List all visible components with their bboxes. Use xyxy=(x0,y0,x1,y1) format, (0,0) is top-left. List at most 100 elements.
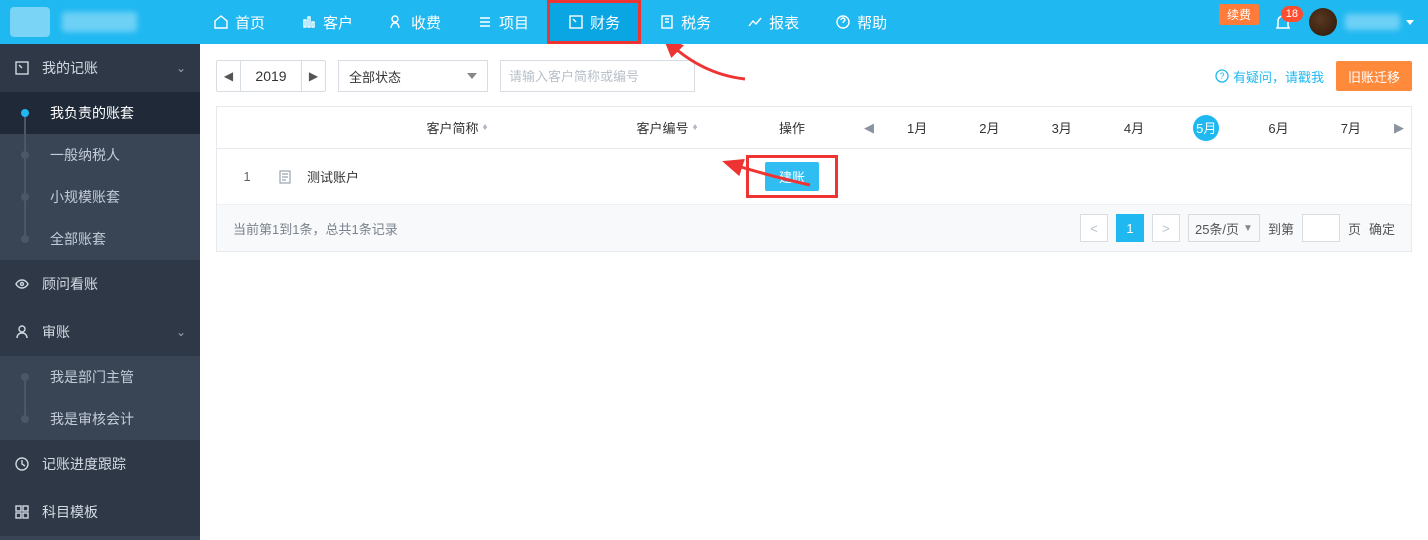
month-next-button[interactable]: ▶ xyxy=(1387,120,1411,136)
sidebar-group-progress[interactable]: 记账进度跟踪 xyxy=(0,440,200,488)
page-next-button[interactable]: > xyxy=(1152,214,1180,242)
page-prev-button[interactable]: < xyxy=(1080,214,1108,242)
notification-badge: 18 xyxy=(1281,6,1303,22)
sidebar-group-audit[interactable]: 审账 ⌄ xyxy=(0,308,200,356)
nav-finance[interactable]: 财务 xyxy=(547,0,641,44)
table-header: 客户简称♦ 客户编号 ♦ 操作 ◀ 1月 2月 3月 4月 5月 6月 7月 ▶ xyxy=(217,107,1411,149)
nav-help[interactable]: 帮助 xyxy=(817,0,905,44)
search-icon[interactable] xyxy=(685,68,686,84)
create-account-button[interactable]: 建账 xyxy=(765,162,819,191)
chevron-down-icon: ⌄ xyxy=(176,61,186,75)
help-icon xyxy=(835,14,851,30)
help-label: 有疑问，请戳我 xyxy=(1233,67,1324,86)
renew-badge[interactable]: 续费 xyxy=(1219,4,1259,25)
avatar[interactable] xyxy=(1309,8,1337,36)
goto-page-input[interactable] xyxy=(1302,214,1340,242)
month-prev-button[interactable]: ◀ xyxy=(857,120,881,136)
nav-tax[interactable]: 税务 xyxy=(641,0,729,44)
bell-button[interactable]: 18 xyxy=(1273,12,1293,32)
customer-icon xyxy=(301,14,317,30)
status-value: 全部状态 xyxy=(349,67,401,86)
sidebar: 我的记账 ⌄ 我负责的账套 一般纳税人 小规模账套 全部账套 顾问看账 审账 ⌄… xyxy=(0,44,200,540)
sidebar-item-label: 全部账套 xyxy=(50,229,106,249)
sidebar-item-label: 我是审核会计 xyxy=(50,409,134,429)
col-customer-code[interactable]: 客户编号 ♦ xyxy=(607,118,727,137)
sidebar-label: 记账进度跟踪 xyxy=(42,454,126,474)
col-operation: 操作 xyxy=(727,118,857,137)
table-footer: 当前第1到1条，总共1条记录 < 1 > 25条/页 ▼ 到第 页 确定 xyxy=(217,205,1411,251)
sidebar-group-template[interactable]: 科目模板 xyxy=(0,488,200,536)
col-label: 客户编号 xyxy=(636,118,688,137)
col-label: 5月 xyxy=(1193,115,1219,141)
col-label: 7月 xyxy=(1341,118,1361,137)
nav-project[interactable]: 项目 xyxy=(459,0,547,44)
col-label: 3月 xyxy=(1052,118,1072,137)
finance-icon xyxy=(568,14,584,30)
logo xyxy=(10,7,50,37)
username-blurred xyxy=(1345,14,1400,30)
nav-label: 项目 xyxy=(499,12,529,33)
year-prev-button[interactable]: ◀ xyxy=(217,61,241,91)
nav-report[interactable]: 报表 xyxy=(729,0,817,44)
report-icon xyxy=(747,14,763,30)
sidebar-item-label: 我是部门主管 xyxy=(50,367,134,387)
year-picker: ◀ 2019 ▶ xyxy=(216,60,326,92)
col-month-2[interactable]: 2月 xyxy=(953,118,1025,137)
search-box xyxy=(500,60,695,92)
col-month-4[interactable]: 4月 xyxy=(1098,118,1170,137)
project-icon xyxy=(477,14,493,30)
migrate-button[interactable]: 旧账迁移 xyxy=(1336,61,1412,91)
home-icon xyxy=(213,14,229,30)
row-doc-icon xyxy=(277,169,307,185)
sidebar-item-my-accounts[interactable]: 我负责的账套 xyxy=(0,92,200,134)
sidebar-item-all-accounts[interactable]: 全部账套 xyxy=(0,218,200,260)
toolbar: ◀ 2019 ▶ 全部状态 ? 有疑问，请戳我 旧账迁移 xyxy=(216,60,1412,92)
goto-suffix: 页 xyxy=(1348,219,1361,238)
sort-icon: ♦ xyxy=(692,122,697,133)
year-next-button[interactable]: ▶ xyxy=(301,61,325,91)
row-index: 1 xyxy=(217,169,277,184)
svg-text:?: ? xyxy=(1219,71,1224,81)
sidebar-group-advisor[interactable]: 顾问看账 xyxy=(0,260,200,308)
nav-label: 报表 xyxy=(769,12,799,33)
sidebar-item-audit-accountant[interactable]: 我是审核会计 xyxy=(0,398,200,440)
col-month-3[interactable]: 3月 xyxy=(1026,118,1098,137)
nav-label: 帮助 xyxy=(857,12,887,33)
create-button-highlight: 建账 xyxy=(746,155,838,198)
search-input[interactable] xyxy=(509,69,685,84)
nav-label: 收费 xyxy=(411,12,441,33)
col-month-5[interactable]: 5月 xyxy=(1170,115,1242,141)
help-link[interactable]: ? 有疑问，请戳我 xyxy=(1215,67,1324,86)
page-size-value: 25条/页 xyxy=(1195,219,1239,238)
sidebar-label: 顾问看账 xyxy=(42,274,98,294)
col-label: 操作 xyxy=(779,118,805,137)
col-month-6[interactable]: 6月 xyxy=(1242,118,1314,137)
col-label: 4月 xyxy=(1124,118,1144,137)
sidebar-label: 审账 xyxy=(42,322,176,342)
col-month-7[interactable]: 7月 xyxy=(1315,118,1387,137)
sidebar-item-dept-head[interactable]: 我是部门主管 xyxy=(0,356,200,398)
page-size-select[interactable]: 25条/页 ▼ xyxy=(1188,214,1260,242)
goto-confirm-button[interactable]: 确定 xyxy=(1369,219,1395,238)
nav-label: 税务 xyxy=(681,12,711,33)
col-label: 1月 xyxy=(907,118,927,137)
col-customer-name[interactable]: 客户简称♦ xyxy=(307,118,607,137)
sidebar-item-general-taxpayer[interactable]: 一般纳税人 xyxy=(0,134,200,176)
nav-fee[interactable]: 收费 xyxy=(371,0,459,44)
col-month-1[interactable]: 1月 xyxy=(881,118,953,137)
sidebar-item-small-scale[interactable]: 小规模账套 xyxy=(0,176,200,218)
sidebar-label: 我的记账 xyxy=(42,58,176,78)
pagination: < 1 > 25条/页 ▼ 到第 页 确定 xyxy=(1080,214,1395,242)
user-icon xyxy=(14,324,30,340)
nav-customer[interactable]: 客户 xyxy=(283,0,371,44)
nav-label: 财务 xyxy=(590,12,620,33)
status-select[interactable]: 全部状态 xyxy=(338,60,488,92)
page-number-button[interactable]: 1 xyxy=(1116,214,1144,242)
grid-icon xyxy=(14,504,30,520)
data-table: 客户简称♦ 客户编号♦ 操作 ◀ 1月 2月 3月 4月 5月 6月 7月 ▶ … xyxy=(216,106,1412,252)
sidebar-group-my-accounts[interactable]: 我的记账 ⌄ xyxy=(0,44,200,92)
goto-prefix: 到第 xyxy=(1268,219,1294,238)
user-menu-caret-icon[interactable] xyxy=(1406,20,1414,25)
nav-home[interactable]: 首页 xyxy=(195,0,283,44)
eye-icon xyxy=(14,276,30,292)
